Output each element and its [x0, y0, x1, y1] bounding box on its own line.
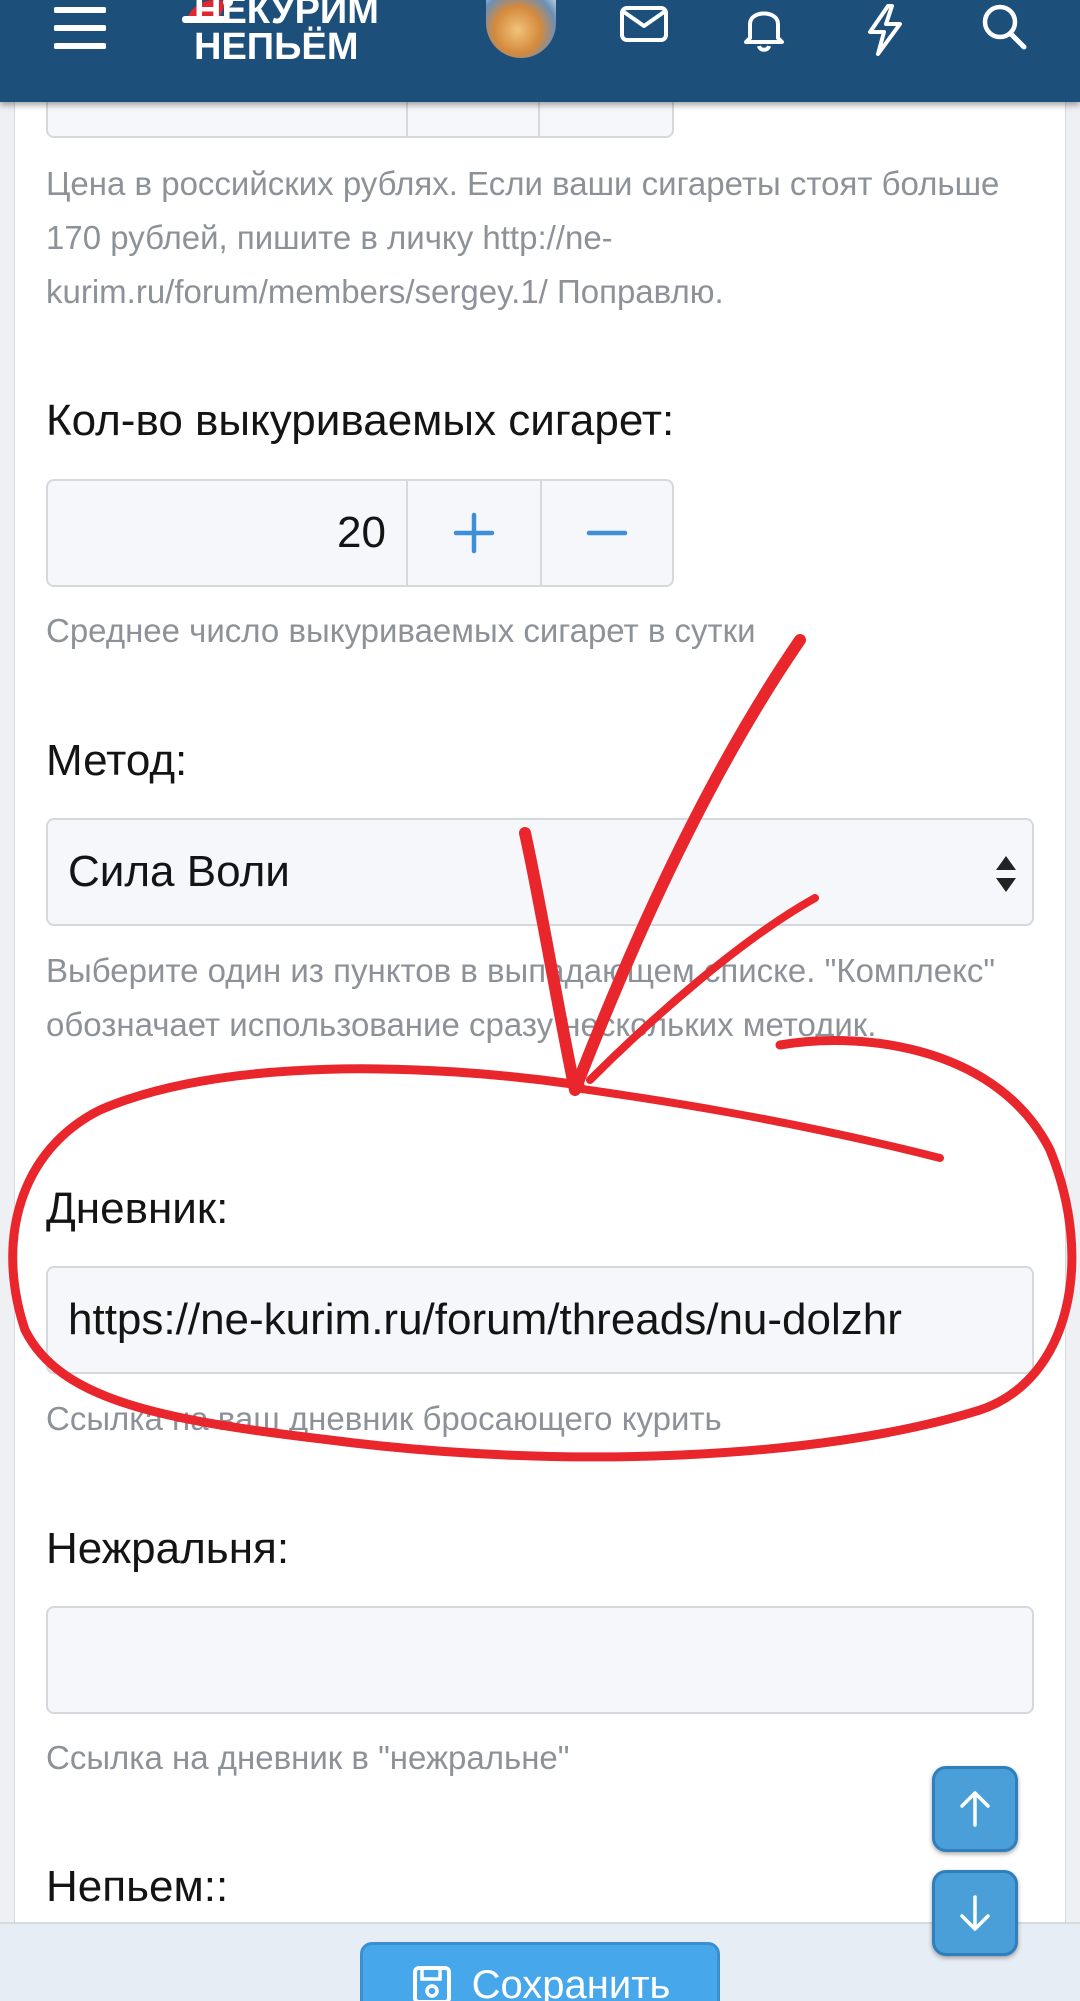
- cigarettes-stepper[interactable]: 20: [46, 479, 674, 587]
- arrow-up-icon: [960, 1791, 990, 1827]
- minus-icon: [586, 530, 628, 536]
- diary-hint: Ссылка на ваш дневник бросающего курить: [46, 1400, 722, 1437]
- floppy-disk-icon: [412, 1966, 451, 2001]
- decrement-button[interactable]: [540, 481, 672, 585]
- diary-label: Дневник:: [46, 1184, 229, 1233]
- price-hint: Цена в российских рублях. Если ваши сига…: [46, 165, 1000, 310]
- method-hint: Выберите один из пунктов в выпадающем сп…: [46, 952, 996, 1043]
- menu-icon: [54, 7, 106, 49]
- save-button-label: Сохранить: [471, 1963, 671, 2001]
- user-avatar[interactable]: [486, 0, 556, 58]
- mail-icon: [620, 6, 668, 42]
- method-selected-value: Сила Воли: [68, 847, 290, 896]
- diary-url-input[interactable]: https://ne-kurim.ru/forum/threads/nu-dol…: [46, 1266, 1034, 1374]
- logo-text-line2: НЕПЬЁМ: [194, 26, 359, 68]
- bolt-icon: [868, 4, 902, 56]
- increment-button[interactable]: [408, 481, 540, 585]
- site-logo[interactable]: НЕКУРИМ НЕПЬЁМ: [178, 0, 448, 68]
- whats-new-button[interactable]: [854, 0, 914, 60]
- nezhralnya-hint: Ссылка на дневник в "нежральне": [46, 1739, 570, 1776]
- method-select[interactable]: Сила Воли: [46, 818, 1034, 926]
- select-arrows-icon: [996, 856, 1016, 892]
- search-icon: [982, 4, 1027, 50]
- conversations-button[interactable]: [614, 0, 674, 60]
- scroll-to-top-button[interactable]: [932, 1766, 1018, 1852]
- top-navigation-bar: НЕКУРИМ НЕПЬЁМ: [0, 0, 1080, 102]
- nezhralnya-url-input[interactable]: [46, 1606, 1034, 1714]
- save-button[interactable]: Сохранить: [360, 1942, 720, 2001]
- nezhralnya-label: Нежральня:: [46, 1524, 290, 1573]
- arrow-down-icon: [960, 1895, 990, 1931]
- scroll-to-bottom-button[interactable]: [932, 1870, 1018, 1956]
- cigarettes-hint: Среднее число выкуриваемых сигарет в сут…: [46, 612, 756, 649]
- plus-icon: [453, 512, 495, 554]
- search-button[interactable]: [974, 0, 1034, 60]
- alerts-button[interactable]: [734, 0, 794, 60]
- method-label: Метод:: [46, 736, 188, 785]
- bell-icon: [744, 11, 784, 52]
- menu-button[interactable]: [50, 0, 110, 60]
- nepyem-label: Непьем::: [46, 1862, 229, 1911]
- cigarettes-label: Кол-во выкуриваемых сигарет:: [46, 396, 675, 445]
- cigarettes-count-input[interactable]: 20: [48, 481, 408, 585]
